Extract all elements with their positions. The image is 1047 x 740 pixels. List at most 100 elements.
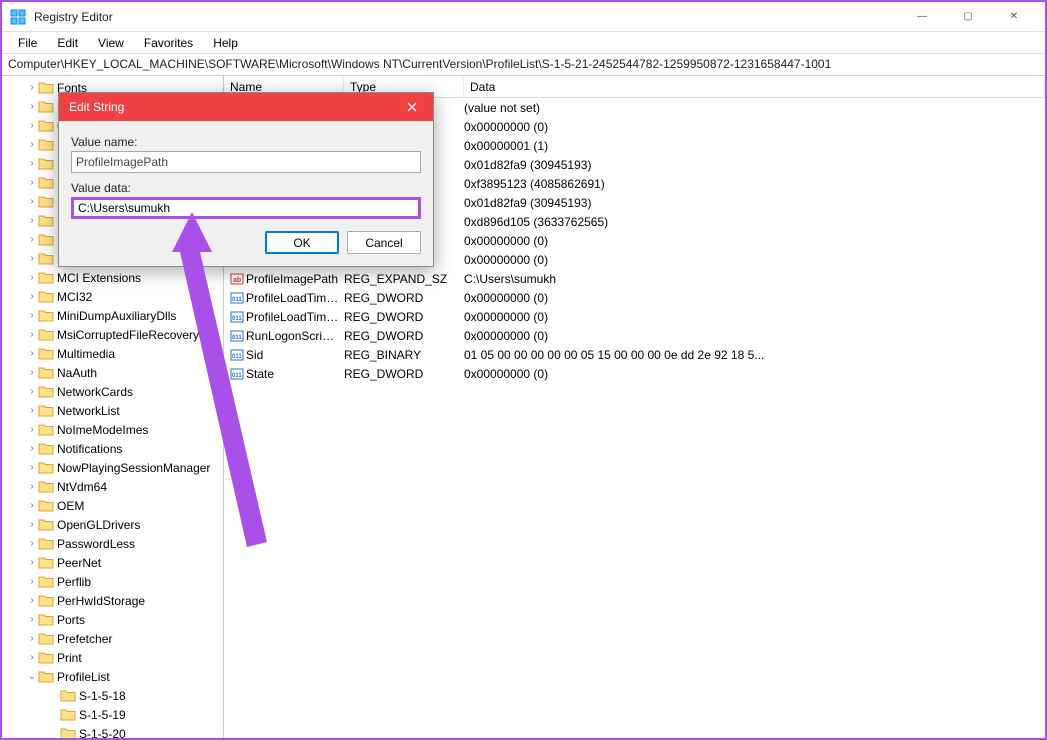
- tree-item[interactable]: ›NowPlayingSessionManager: [2, 458, 223, 477]
- close-button[interactable]: ✕: [991, 3, 1037, 31]
- folder-icon: [38, 252, 54, 266]
- chevron-right-icon[interactable]: ›: [26, 500, 38, 511]
- list-row[interactable]: 011RunLogonScript...REG_DWORD0x00000000 …: [224, 326, 1045, 345]
- tree-item[interactable]: › Prefetcher: [2, 629, 223, 648]
- tree-item[interactable]: S-1-5-18: [2, 686, 223, 705]
- value-name-field[interactable]: [71, 151, 421, 173]
- chevron-right-icon[interactable]: ›: [26, 82, 38, 93]
- chevron-right-icon[interactable]: ›: [26, 633, 38, 644]
- list-row[interactable]: 011StateREG_DWORD0x00000000 (0): [224, 364, 1045, 383]
- list-row[interactable]: 011SidREG_BINARY01 05 00 00 00 00 00 05 …: [224, 345, 1045, 364]
- col-data[interactable]: Data: [464, 77, 1045, 97]
- tree-item[interactable]: S-1-5-19: [2, 705, 223, 724]
- tree-item[interactable]: ›OEM: [2, 496, 223, 515]
- menu-edit[interactable]: Edit: [47, 34, 88, 52]
- tree-item[interactable]: ›MCI Extensions: [2, 268, 223, 287]
- tree-item[interactable]: ›Print: [2, 648, 223, 667]
- menubar: File Edit View Favorites Help: [2, 32, 1045, 54]
- tree-item[interactable]: ›PerHwIdStorage: [2, 591, 223, 610]
- menu-favorites[interactable]: Favorites: [134, 34, 203, 52]
- tree-item-label: NetworkCards: [57, 385, 223, 399]
- chevron-right-icon[interactable]: ›: [26, 443, 38, 454]
- folder-icon: [38, 499, 54, 513]
- dialog-titlebar[interactable]: Edit String: [59, 93, 433, 121]
- tree-item[interactable]: › PeerNet: [2, 553, 223, 572]
- chevron-right-icon[interactable]: ›: [26, 538, 38, 549]
- list-row[interactable]: 011ProfileLoadTime...REG_DWORD0x00000000…: [224, 288, 1045, 307]
- tree-item[interactable]: › NetworkCards: [2, 382, 223, 401]
- tree-item-label: Prefetcher: [57, 632, 223, 646]
- chevron-right-icon[interactable]: ›: [26, 291, 38, 302]
- chevron-right-icon[interactable]: ›: [26, 234, 38, 245]
- chevron-right-icon[interactable]: ›: [26, 215, 38, 226]
- tree-item[interactable]: ⌄ProfileList: [2, 667, 223, 686]
- chevron-down-icon[interactable]: ⌄: [26, 671, 38, 682]
- value-data: 0x00000000 (0): [464, 291, 1045, 305]
- menu-view[interactable]: View: [88, 34, 134, 52]
- chevron-right-icon[interactable]: ›: [26, 177, 38, 188]
- tree-item[interactable]: ›NtVdm64: [2, 477, 223, 496]
- tree-item[interactable]: › PasswordLess: [2, 534, 223, 553]
- value-data: 0x00000000 (0): [464, 329, 1045, 343]
- chevron-right-icon[interactable]: ›: [26, 424, 38, 435]
- chevron-right-icon[interactable]: ›: [26, 120, 38, 131]
- address-bar[interactable]: Computer\HKEY_LOCAL_MACHINE\SOFTWARE\Mic…: [2, 54, 1045, 76]
- chevron-right-icon[interactable]: ›: [26, 576, 38, 587]
- tree-item[interactable]: ›NaAuth: [2, 363, 223, 382]
- chevron-right-icon[interactable]: ›: [26, 595, 38, 606]
- list-row[interactable]: 011ProfileLoadTime...REG_DWORD0x00000000…: [224, 307, 1045, 326]
- menu-file[interactable]: File: [8, 34, 47, 52]
- tree-item[interactable]: ›OpenGLDrivers: [2, 515, 223, 534]
- chevron-right-icon[interactable]: ›: [26, 519, 38, 530]
- minimize-button[interactable]: —: [899, 3, 945, 31]
- tree-item[interactable]: ›MiniDumpAuxiliaryDlls: [2, 306, 223, 325]
- tree-item[interactable]: ›Ports: [2, 610, 223, 629]
- dialog-close-button[interactable]: [391, 93, 433, 121]
- chevron-right-icon[interactable]: ›: [26, 386, 38, 397]
- tree-item-label: PasswordLess: [57, 537, 223, 551]
- chevron-right-icon[interactable]: ›: [26, 557, 38, 568]
- chevron-right-icon[interactable]: ›: [26, 158, 38, 169]
- svg-text:011: 011: [232, 316, 242, 322]
- list-row[interactable]: abProfileImagePathREG_EXPAND_SZC:\Users\…: [224, 269, 1045, 288]
- chevron-right-icon[interactable]: ›: [26, 196, 38, 207]
- chevron-right-icon[interactable]: ›: [26, 348, 38, 359]
- chevron-right-icon[interactable]: ›: [26, 405, 38, 416]
- value-data: C:\Users\sumukh: [464, 272, 1045, 286]
- maximize-button[interactable]: ▢: [945, 3, 991, 31]
- tree-item[interactable]: ›MCI32: [2, 287, 223, 306]
- chevron-right-icon[interactable]: ›: [26, 139, 38, 150]
- chevron-right-icon[interactable]: ›: [26, 652, 38, 663]
- tree-item[interactable]: S-1-5-20: [2, 724, 223, 738]
- folder-icon: [38, 423, 54, 437]
- tree-item-label: PeerNet: [57, 556, 223, 570]
- chevron-right-icon[interactable]: ›: [26, 272, 38, 283]
- tree-item-label: Multimedia: [57, 347, 223, 361]
- folder-icon: [38, 271, 54, 285]
- chevron-right-icon[interactable]: ›: [26, 462, 38, 473]
- value-data: 0x01d82fa9 (30945193): [464, 196, 1045, 210]
- chevron-right-icon[interactable]: ›: [26, 367, 38, 378]
- chevron-right-icon[interactable]: ›: [26, 101, 38, 112]
- binary-value-icon: 011: [228, 291, 246, 305]
- folder-icon: [38, 442, 54, 456]
- chevron-right-icon[interactable]: ›: [26, 253, 38, 264]
- folder-icon: [38, 480, 54, 494]
- folder-icon: [38, 214, 54, 228]
- tree-item[interactable]: ›NoImeModeImes: [2, 420, 223, 439]
- chevron-right-icon[interactable]: ›: [26, 614, 38, 625]
- tree-item-label: MsiCorruptedFileRecovery: [57, 328, 223, 342]
- chevron-right-icon[interactable]: ›: [26, 310, 38, 321]
- tree-item[interactable]: › Multimedia: [2, 344, 223, 363]
- label-value-name: Value name:: [71, 135, 421, 149]
- tree-item[interactable]: ›NetworkList: [2, 401, 223, 420]
- chevron-right-icon[interactable]: ›: [26, 329, 38, 340]
- chevron-right-icon[interactable]: ›: [26, 481, 38, 492]
- ok-button[interactable]: OK: [265, 231, 339, 254]
- tree-item[interactable]: ›Notifications: [2, 439, 223, 458]
- tree-item[interactable]: › MsiCorruptedFileRecovery: [2, 325, 223, 344]
- tree-item[interactable]: ›Perflib: [2, 572, 223, 591]
- cancel-button[interactable]: Cancel: [347, 231, 421, 254]
- value-data-field[interactable]: [71, 197, 421, 219]
- menu-help[interactable]: Help: [203, 34, 248, 52]
